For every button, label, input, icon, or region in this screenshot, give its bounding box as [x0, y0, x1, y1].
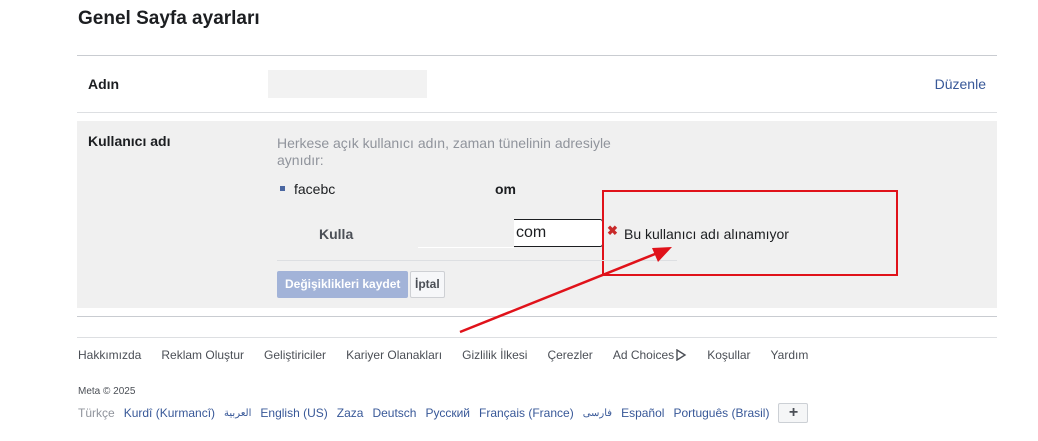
username-input[interactable] — [514, 219, 603, 247]
page-title: Genel Sayfa ayarları — [78, 8, 260, 29]
copyright: Meta © 2025 — [78, 386, 136, 397]
footer-link-help[interactable]: Yardım — [771, 348, 809, 362]
username-field-label: Kulla — [319, 226, 354, 242]
edit-name-link[interactable]: Düzenle — [935, 76, 986, 92]
footer-link-terms[interactable]: Koşullar — [707, 348, 750, 362]
language-deutsch[interactable]: Deutsch — [372, 406, 416, 420]
divider — [77, 316, 997, 317]
name-value-redacted — [268, 70, 427, 98]
language-persian[interactable]: فارسی — [583, 408, 612, 419]
footer-link-ad-choices[interactable]: Ad Choices — [613, 348, 687, 362]
ad-choices-icon — [676, 349, 687, 361]
language-spanish[interactable]: Español — [621, 406, 664, 420]
footer-link-careers[interactable]: Kariyer Olanakları — [346, 348, 442, 362]
username-row-label: Kullanıcı adı — [88, 133, 171, 149]
username-description: Herkese açık kullanıcı adın, zaman tünel… — [277, 135, 611, 168]
redacted-area — [418, 219, 514, 248]
name-row-label: Adın — [88, 76, 120, 92]
panel-divider — [277, 260, 677, 261]
language-portuguese[interactable]: Português (Brasil) — [673, 406, 769, 420]
language-french[interactable]: Français (France) — [479, 406, 574, 420]
language-russian[interactable]: Русский — [425, 406, 470, 420]
profile-url-start: facebc — [294, 181, 336, 197]
language-selector: Türkçe Kurdî (Kurmancî) العربية English … — [78, 403, 809, 423]
footer-link-cookies[interactable]: Çerezler — [547, 348, 592, 362]
username-input-wrapper — [418, 219, 603, 248]
footer-link-create-ad[interactable]: Reklam Oluştur — [161, 348, 244, 362]
divider — [77, 337, 997, 338]
language-zaza[interactable]: Zaza — [337, 406, 364, 420]
footer-link-about[interactable]: Hakkımızda — [78, 348, 141, 362]
bullet-icon — [280, 186, 285, 191]
footer-link-privacy[interactable]: Gizlilik İlkesi — [462, 348, 527, 362]
divider — [77, 112, 997, 113]
save-changes-button[interactable]: Değişiklikleri kaydet — [277, 271, 409, 298]
language-english[interactable]: English (US) — [260, 406, 327, 420]
current-language: Türkçe — [78, 406, 115, 420]
cancel-button[interactable]: İptal — [410, 271, 445, 298]
footer-link-developers[interactable]: Geliştiriciler — [264, 348, 326, 362]
footer-links: Hakkımızda Reklam Oluştur Geliştiriciler… — [78, 348, 828, 362]
more-languages-button[interactable]: + — [778, 403, 809, 423]
divider — [77, 55, 997, 56]
annotation-highlight-box — [602, 190, 898, 276]
language-arabic[interactable]: العربية — [224, 408, 251, 419]
profile-url-end: om — [495, 181, 516, 197]
language-kurdi[interactable]: Kurdî (Kurmancî) — [124, 406, 215, 420]
